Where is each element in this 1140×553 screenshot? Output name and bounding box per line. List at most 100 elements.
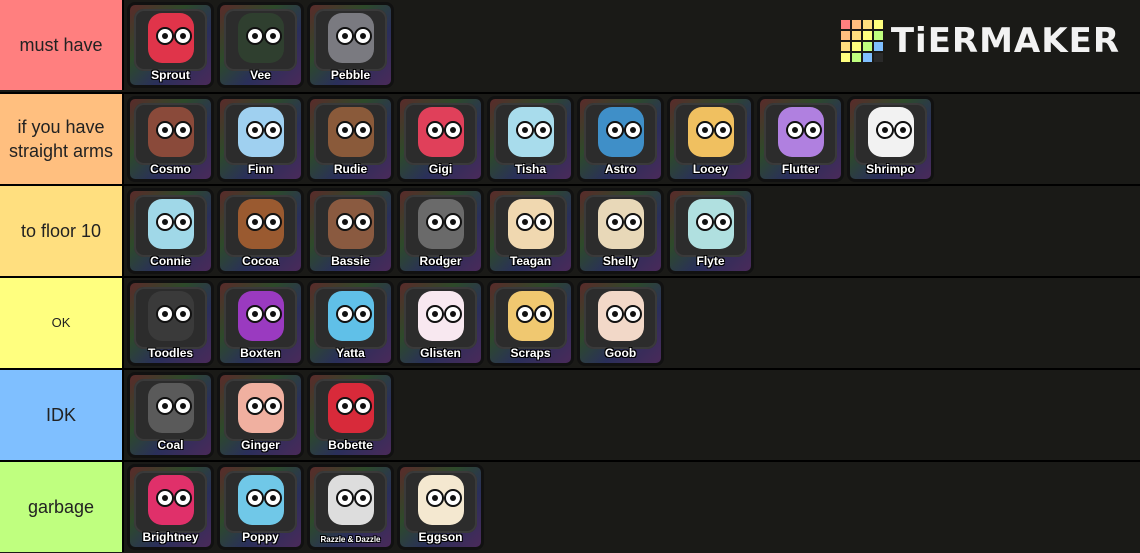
character-tile[interactable]: Ginger [217,372,304,458]
character-name: Shrimpo [866,162,915,176]
character-eye-icon [264,27,282,45]
character-tile[interactable]: Glisten [397,280,484,366]
character-name: Rudie [333,162,368,176]
character-tile[interactable]: Toodles [127,280,214,366]
character-eye-icon [624,213,642,231]
character-eye-icon [426,213,444,231]
character-name: Bobette [328,438,373,452]
character-tile[interactable]: Scraps [487,280,574,366]
character-name: Astro [604,162,637,176]
character-name: Flyte [696,254,725,268]
character-name: Gigi [428,162,453,176]
character-tile[interactable]: Cocoa [217,188,304,274]
character-eye-icon [714,121,732,139]
character-eye-icon [606,213,624,231]
character-eye-icon [246,213,264,231]
character-tile[interactable]: Shelly [577,188,664,274]
character-eye-icon [516,121,534,139]
character-tile[interactable]: Astro [577,96,664,182]
tier-items: Toodles Boxten Yatta Glisten Scraps Goob [124,278,667,368]
character-tile[interactable]: Bassie [307,188,394,274]
tier-label[interactable]: must have [0,0,124,90]
tier-label[interactable]: to floor 10 [0,186,124,276]
character-name: Eggson [418,530,463,544]
logo-grid-cell [851,20,861,29]
character-tile[interactable]: Rodger [397,188,484,274]
character-tile[interactable]: Coal [127,372,214,458]
character-tile[interactable]: Rudie [307,96,394,182]
character-eye-icon [264,489,282,507]
tier-label[interactable]: garbage [0,462,124,552]
character-tile[interactable]: Vee [217,2,304,88]
character-tile[interactable]: Flyte [667,188,754,274]
character-eye-icon [444,121,462,139]
character-tile[interactable]: Cosmo [127,96,214,182]
character-tile[interactable]: Sprout [127,2,214,88]
logo-grid-cell [851,31,861,40]
character-eye-icon [354,305,372,323]
character-tile[interactable]: Flutter [757,96,844,182]
character-eye-icon [264,397,282,415]
character-name: Glisten [420,346,461,360]
tier-row: if you have straight arms Cosmo Finn Rudie G… [0,92,1140,184]
tier-label[interactable]: OK [0,278,124,368]
character-tile[interactable]: Teagan [487,188,574,274]
character-eye-icon [426,489,444,507]
character-tile[interactable]: Brightney [127,464,214,550]
character-eye-icon [426,121,444,139]
character-tile[interactable]: Goob [577,280,664,366]
character-eye-icon [426,305,444,323]
character-eye-icon [696,121,714,139]
logo-grid-cell [862,31,872,40]
character-name: Cocoa [242,254,279,268]
character-tile[interactable]: Finn [217,96,304,182]
character-eye-icon [714,213,732,231]
character-eye-icon [174,27,192,45]
character-name: Boxten [240,346,281,360]
character-tile[interactable]: Pebble [307,2,394,88]
character-eye-icon [264,305,282,323]
logo-grid-cell [873,53,883,62]
character-eye-icon [876,121,894,139]
character-tile[interactable]: Eggson [397,464,484,550]
character-name: Poppy [242,530,279,544]
character-name: Coal [157,438,184,452]
character-eye-icon [696,213,714,231]
character-tile[interactable]: Looey [667,96,754,182]
character-eye-icon [804,121,822,139]
character-tile[interactable]: Boxten [217,280,304,366]
character-eye-icon [516,305,534,323]
logo-grid-cell [873,20,883,29]
character-eye-icon [444,305,462,323]
tier-items: Connie Cocoa Bassie Rodger Teagan Shelly Flyte [124,186,757,276]
character-eye-icon [156,121,174,139]
character-tile[interactable]: Shrimpo [847,96,934,182]
character-name: Connie [150,254,191,268]
character-tile[interactable]: Poppy [217,464,304,550]
character-name: Cosmo [150,162,191,176]
character-name: Teagan [509,254,552,268]
character-eye-icon [174,489,192,507]
logo-grid-cell [840,42,850,51]
character-eye-icon [786,121,804,139]
character-tile[interactable]: Yatta [307,280,394,366]
character-eye-icon [624,121,642,139]
character-eye-icon [336,489,354,507]
character-eye-icon [534,213,552,231]
character-name: Ginger [241,438,280,452]
tier-label[interactable]: if you have straight arms [0,94,124,184]
tier-items: Coal Ginger Bobette [124,370,397,460]
character-eye-icon [246,27,264,45]
character-tile[interactable]: Tisha [487,96,574,182]
character-tile[interactable]: Bobette [307,372,394,458]
character-eye-icon [354,121,372,139]
tier-label[interactable]: IDK [0,370,124,460]
character-name: Toodles [147,346,194,360]
character-eye-icon [444,489,462,507]
character-name: Vee [250,68,271,82]
tier-row: IDK Coal Ginger Bobette [0,368,1140,460]
character-tile[interactable]: Connie [127,188,214,274]
character-eye-icon [336,213,354,231]
character-tile[interactable]: Razzle & Dazzle [307,464,394,550]
character-tile[interactable]: Gigi [397,96,484,182]
